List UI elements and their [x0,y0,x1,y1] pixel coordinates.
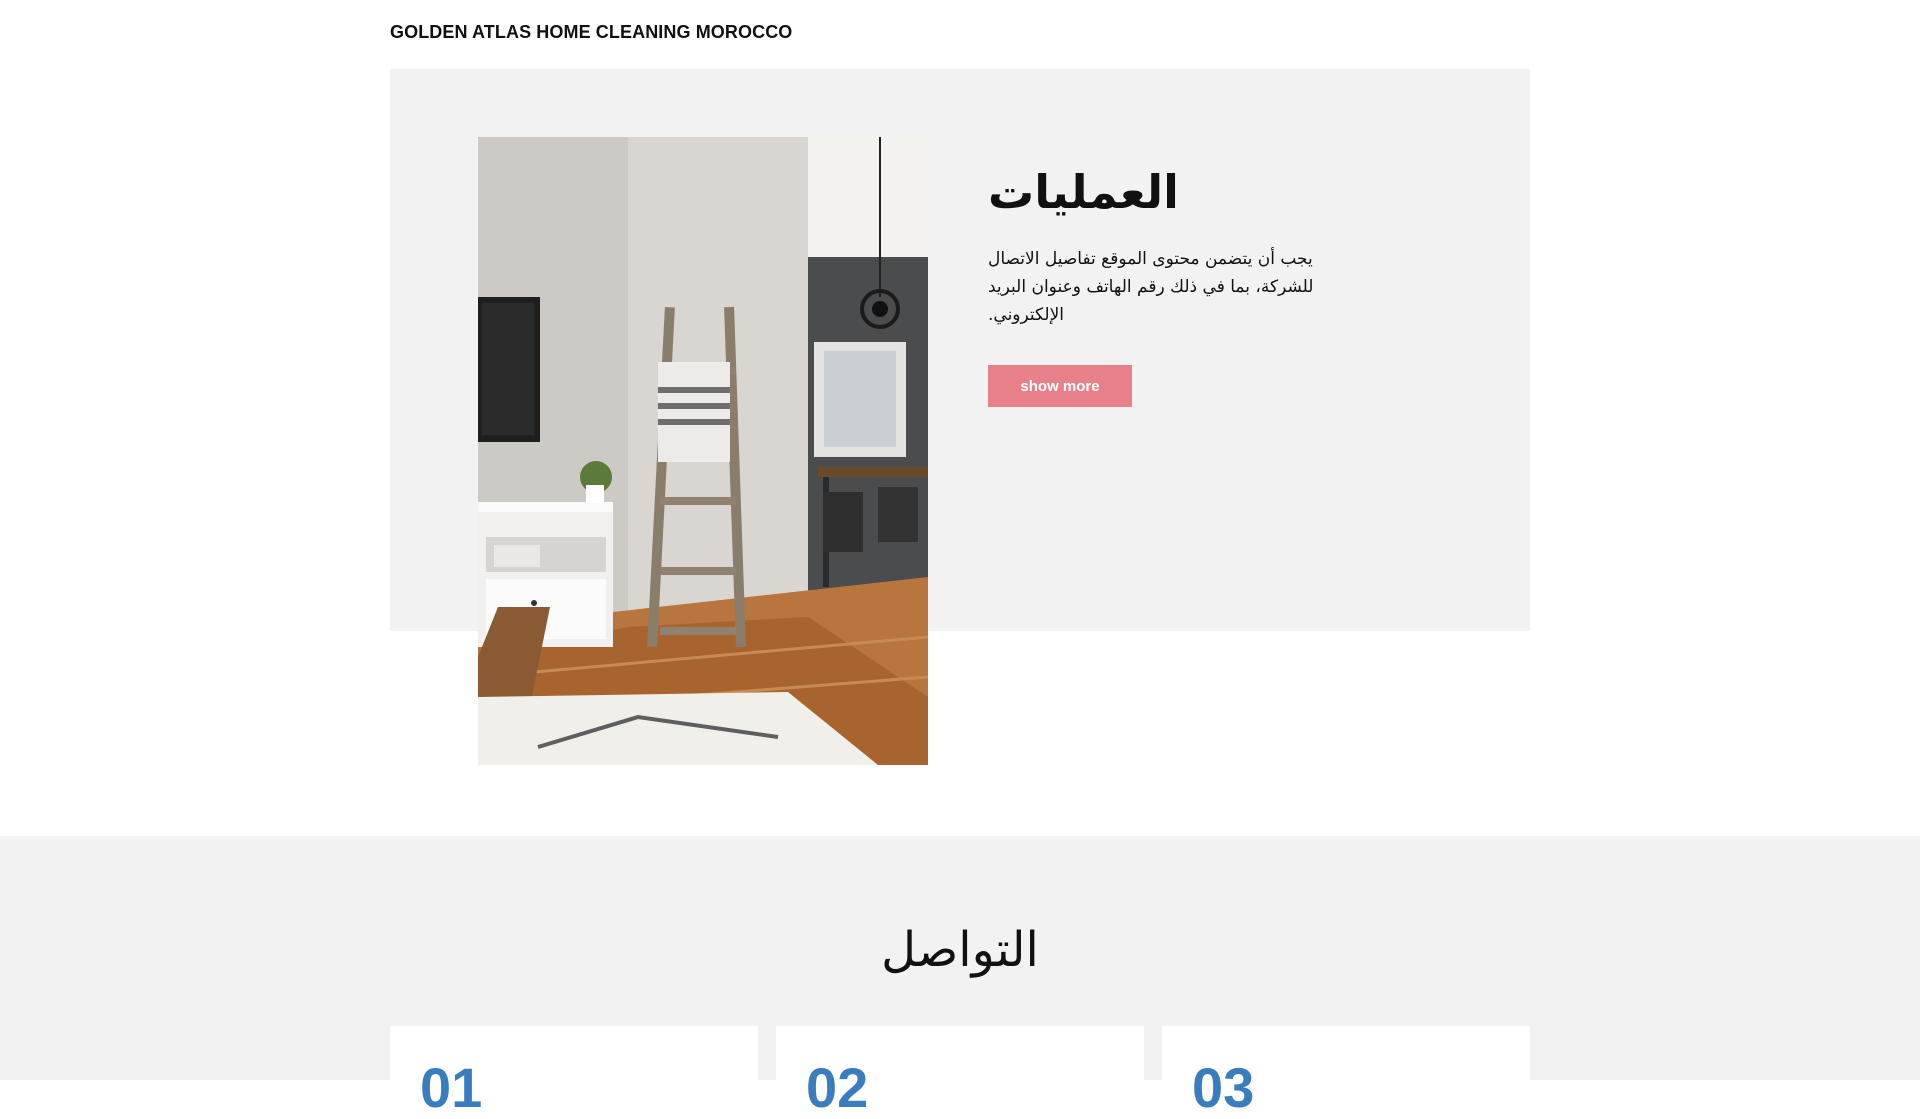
card-number: 03 [1192,1056,1255,1119]
hero-title: العمليات [988,165,1179,219]
hero-image [478,137,928,765]
card-number: 02 [806,1056,869,1119]
card-number: 01 [420,1056,483,1119]
contact-title: التواصل [881,922,1039,978]
hero-content: العمليات يجب أن يتضمن محتوى الموقع تفاصي… [988,157,1328,329]
brand-logo-link[interactable]: GOLDEN ATLAS HOME CLEANING MOROCCO [390,22,792,43]
show-more-button[interactable]: show more [988,365,1132,407]
contact-card-2: 02 [776,1026,1144,1118]
hero-description: يجب أن يتضمن محتوى الموقع تفاصيل الاتصال… [988,249,1314,325]
contact-card-3: 03 [1162,1026,1530,1118]
contact-card-1: 01 [390,1026,758,1118]
